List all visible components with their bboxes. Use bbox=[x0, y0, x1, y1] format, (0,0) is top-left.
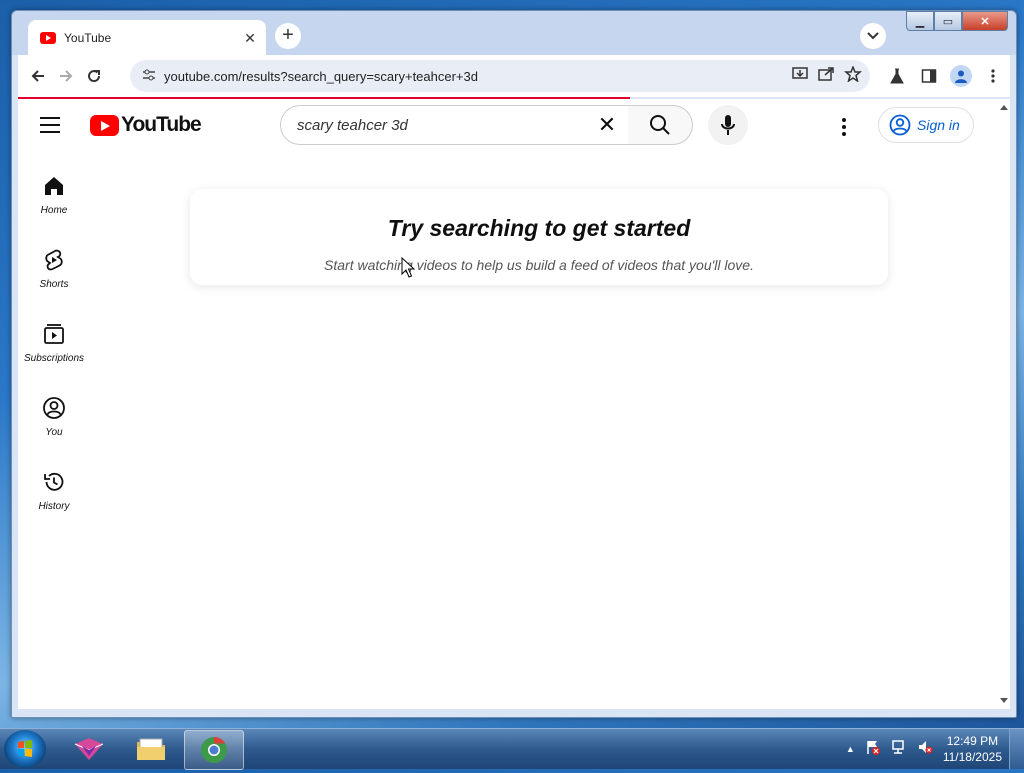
sidebar-item-shorts[interactable]: Shorts bbox=[18, 241, 90, 305]
search-icon bbox=[650, 115, 670, 135]
new-tab-button[interactable]: + bbox=[275, 23, 301, 49]
sidebar-label-history: History bbox=[38, 501, 70, 512]
home-icon bbox=[41, 173, 67, 199]
youtube-header: YouTube scary teahcer 3d ✕ Sign in bbox=[18, 99, 998, 155]
chevron-down-icon bbox=[867, 32, 879, 40]
paint-app-icon bbox=[74, 738, 104, 760]
taskbar-clock[interactable]: 12:49 PM 11/18/2025 bbox=[943, 733, 1002, 765]
voice-search-button[interactable] bbox=[708, 105, 748, 145]
address-bar[interactable]: youtube.com/results?search_query=scary+t… bbox=[130, 60, 870, 92]
scroll-up-icon[interactable] bbox=[1000, 105, 1008, 110]
forward-button[interactable] bbox=[52, 62, 80, 90]
search-button[interactable] bbox=[628, 105, 693, 145]
window-controls: ▁ ▭ ✕ bbox=[906, 11, 1008, 31]
bookmark-star-icon[interactable] bbox=[844, 64, 862, 87]
maximize-button[interactable]: ▭ bbox=[934, 11, 962, 31]
scroll-down-icon[interactable] bbox=[1000, 698, 1008, 703]
account-circle-icon bbox=[889, 114, 911, 136]
search-query-text[interactable]: scary teahcer 3d bbox=[297, 117, 591, 134]
back-button[interactable] bbox=[24, 62, 52, 90]
toolbar-right-group bbox=[884, 62, 1006, 90]
youtube-logo[interactable]: YouTube bbox=[90, 113, 202, 137]
empty-state-card: Try searching to get started Start watch… bbox=[190, 189, 888, 285]
subscriptions-icon bbox=[41, 321, 67, 347]
minimize-button[interactable]: ▁ bbox=[906, 11, 934, 31]
tray-expand-icon[interactable]: ▲ bbox=[846, 744, 855, 754]
clock-time: 12:49 PM bbox=[946, 734, 999, 748]
microphone-icon bbox=[721, 115, 735, 135]
back-arrow-icon bbox=[31, 70, 44, 82]
volume-muted-icon[interactable] bbox=[917, 739, 933, 760]
profile-avatar[interactable] bbox=[948, 62, 974, 90]
page-viewport: YouTube scary teahcer 3d ✕ Sign in Home bbox=[18, 99, 998, 709]
sidebar-item-home[interactable]: Home bbox=[18, 167, 90, 231]
tab-close-icon[interactable]: ✕ bbox=[242, 30, 258, 46]
taskbar-app-explorer[interactable] bbox=[122, 730, 180, 768]
sidebar-item-history[interactable]: History bbox=[18, 463, 90, 527]
you-icon bbox=[41, 395, 67, 421]
url-text[interactable]: youtube.com/results?search_query=scary+t… bbox=[164, 69, 792, 84]
shorts-icon bbox=[41, 247, 67, 273]
taskbar-app-paint[interactable] bbox=[60, 730, 118, 768]
youtube-logo-text: YouTube bbox=[121, 113, 202, 136]
sign-in-label: Sign in bbox=[917, 117, 960, 133]
tab-strip: YouTube ✕ + ▁ ▭ ✕ bbox=[12, 11, 1016, 55]
windows-logo-icon bbox=[18, 740, 32, 757]
clock-date: 11/18/2025 bbox=[942, 750, 1002, 764]
empty-state-subtext: Start watching videos to help us build a… bbox=[324, 257, 754, 273]
share-icon[interactable] bbox=[818, 66, 836, 87]
browser-menu-icon[interactable] bbox=[980, 62, 1006, 90]
tab-youtube[interactable]: YouTube ✕ bbox=[28, 20, 266, 55]
site-info-icon[interactable] bbox=[142, 69, 156, 84]
tab-search-button[interactable] bbox=[860, 23, 886, 49]
sidebar-label-you: You bbox=[45, 427, 63, 438]
reload-icon bbox=[88, 70, 101, 83]
close-window-button[interactable]: ✕ bbox=[962, 11, 1008, 31]
search-input[interactable]: scary teahcer 3d ✕ bbox=[280, 105, 630, 145]
show-desktop-button[interactable] bbox=[1009, 729, 1024, 769]
browser-toolbar: youtube.com/results?search_query=scary+t… bbox=[18, 55, 1010, 97]
network-icon[interactable] bbox=[891, 739, 907, 760]
windows-taskbar: ▲ 12:49 PM 11/18/2025 bbox=[0, 728, 1024, 770]
browser-window: YouTube ✕ + ▁ ▭ ✕ youtube.com/results?se… bbox=[11, 10, 1017, 718]
empty-state-heading: Try searching to get started bbox=[387, 215, 691, 241]
taskbar-app-browser[interactable] bbox=[184, 730, 244, 770]
settings-menu-icon[interactable] bbox=[834, 115, 854, 139]
page-scrollbar[interactable] bbox=[998, 99, 1010, 709]
person-icon bbox=[955, 70, 967, 83]
sidebar-item-you[interactable]: You bbox=[18, 389, 90, 453]
sidebar-label-home: Home bbox=[40, 205, 68, 216]
folder-icon bbox=[137, 738, 165, 760]
action-center-icon[interactable] bbox=[865, 739, 881, 760]
tab-title: YouTube bbox=[64, 30, 112, 45]
youtube-favicon-icon bbox=[40, 31, 56, 44]
side-panel-icon[interactable] bbox=[916, 62, 942, 90]
guide-menu-icon[interactable] bbox=[40, 117, 60, 133]
history-icon bbox=[41, 469, 67, 495]
chrome-icon bbox=[201, 736, 227, 763]
install-app-icon[interactable] bbox=[792, 66, 810, 87]
start-button[interactable] bbox=[4, 730, 46, 768]
reload-button[interactable] bbox=[80, 62, 108, 90]
sign-in-button[interactable]: Sign in bbox=[878, 107, 974, 143]
sidebar-item-subscriptions[interactable]: Subscriptions bbox=[18, 315, 90, 379]
youtube-play-icon bbox=[90, 114, 119, 136]
clear-search-icon[interactable]: ✕ bbox=[591, 112, 623, 138]
sidebar-label-shorts: Shorts bbox=[39, 279, 69, 290]
labs-flask-icon[interactable] bbox=[884, 62, 910, 90]
forward-arrow-icon bbox=[60, 70, 73, 82]
system-tray: ▲ 12:49 PM 11/18/2025 bbox=[846, 733, 1002, 765]
sidebar-label-subscriptions: Subscriptions bbox=[23, 353, 85, 364]
